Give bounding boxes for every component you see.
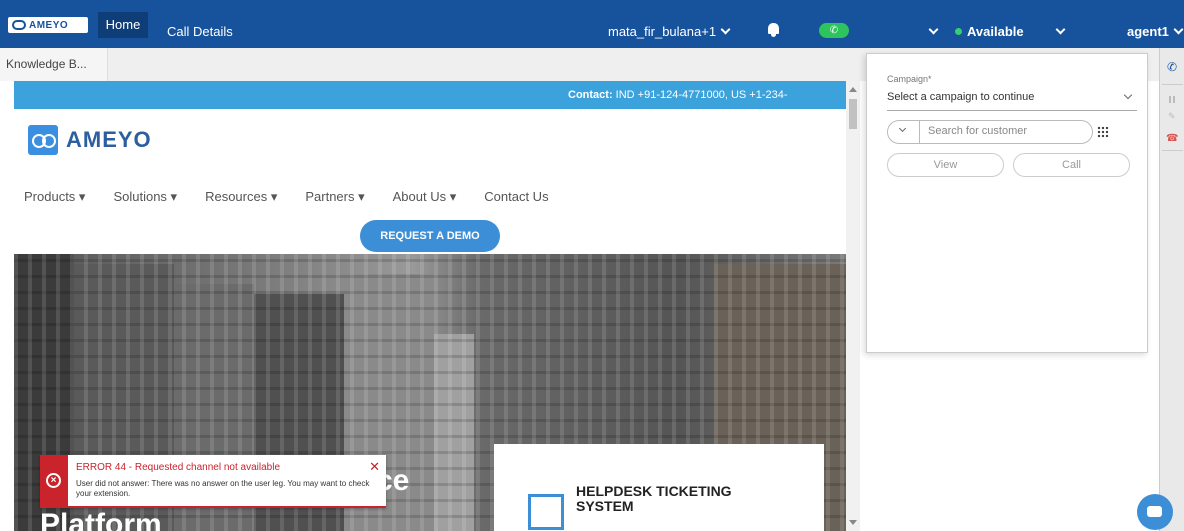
ameyo-infinity-icon: [28, 125, 58, 155]
helpdesk-card-title: HELPDESK TICKETING SYSTEM: [576, 483, 732, 514]
mute-icon[interactable]: ✎: [1168, 111, 1176, 122]
monitor-icon: [528, 494, 564, 530]
site-menu: Products ▾ Solutions ▾ Resources ▾ Partn…: [24, 189, 577, 205]
ameyo-logo: AMEYO: [8, 17, 88, 33]
menu-item-about-us[interactable]: About Us ▾: [393, 189, 457, 205]
chevron-down-icon: [1055, 24, 1066, 35]
chevron-down-icon: [898, 124, 907, 133]
site-logo-text: AMEYO: [66, 127, 152, 152]
campaign-select-value: Select a campaign to continue: [887, 91, 1035, 103]
helpdesk-card[interactable]: HELPDESK TICKETING SYSTEM: [494, 444, 824, 531]
hold-icon[interactable]: [1169, 96, 1175, 103]
error-detail: User did not answer: There was no answer…: [76, 479, 370, 498]
menu-item-products[interactable]: Products ▾: [24, 189, 85, 205]
ameyo-logo-icon: [12, 20, 26, 30]
top-bar: AMEYO Home Call Details mata_fir_bulana+…: [0, 0, 1184, 48]
menu-item-resources[interactable]: Resources ▾: [205, 189, 277, 205]
agent-name: agent1: [1127, 24, 1169, 39]
contact-bar: Contact: IND +91-124-4771000, US +1-234-: [14, 81, 846, 109]
chevron-down-icon: [1173, 24, 1184, 35]
contact-numbers: IND +91-124-4771000, US +1-234-: [612, 89, 788, 101]
scroll-up-icon[interactable]: [849, 87, 857, 92]
phone-status-button[interactable]: ✆: [819, 23, 849, 38]
status-label[interactable]: Available: [967, 24, 1024, 39]
error-toast: × ERROR 44 - Requested channel not avail…: [40, 455, 386, 508]
menu-item-solutions[interactable]: Solutions ▾: [113, 189, 177, 205]
error-icon: ×: [46, 473, 61, 488]
campaign-selector[interactable]: mata_fir_bulana+1: [608, 24, 731, 39]
hero-heading: Platform: [40, 508, 162, 531]
dialpad-icon[interactable]: [1097, 126, 1109, 138]
campaign-label: Campaign*: [887, 74, 932, 84]
call-control-rail: ✆ ✎ ☎: [1159, 48, 1184, 531]
chevron-down-icon: [1123, 90, 1133, 100]
available-status-dot: [955, 28, 962, 35]
close-icon[interactable]: ✕: [369, 459, 380, 475]
nav-call-details[interactable]: Call Details: [167, 24, 233, 39]
website-scrollbar[interactable]: [846, 81, 860, 531]
phone-icon[interactable]: ✆: [1167, 60, 1177, 74]
request-demo-button[interactable]: REQUEST A DEMO: [360, 220, 500, 252]
bell-icon[interactable]: [768, 23, 779, 37]
error-title: ERROR 44 - Requested channel not availab…: [76, 462, 281, 473]
hangup-icon[interactable]: ☎: [1166, 133, 1178, 144]
scroll-down-icon[interactable]: [849, 520, 857, 525]
site-logo[interactable]: AMEYO: [28, 125, 152, 155]
chat-widget-icon[interactable]: [1137, 494, 1173, 530]
dial-panel: Campaign* Select a campaign to continue …: [866, 53, 1148, 353]
campaign-name: mata_fir_bulana+1: [608, 24, 717, 39]
status-dropdown[interactable]: [1051, 24, 1066, 39]
call-button[interactable]: Call: [1013, 153, 1130, 177]
view-button[interactable]: View: [887, 153, 1004, 177]
customer-search[interactable]: Search for customer: [887, 120, 1093, 144]
campaign-select[interactable]: Select a campaign to continue: [887, 90, 1137, 111]
ameyo-logo-text: AMEYO: [29, 19, 69, 31]
contact-label: Contact:: [568, 89, 613, 101]
chevron-down-icon: [720, 24, 731, 35]
scroll-thumb[interactable]: [849, 99, 857, 129]
search-input[interactable]: Search for customer: [928, 125, 1027, 137]
status-menu-toggle[interactable]: [924, 24, 939, 39]
chevron-down-icon: [928, 24, 939, 35]
agent-menu[interactable]: agent1: [1127, 24, 1184, 39]
nav-home[interactable]: Home: [98, 12, 148, 38]
menu-item-partners[interactable]: Partners ▾: [305, 189, 364, 205]
search-type-dropdown[interactable]: [888, 121, 920, 143]
tab-knowledge-base[interactable]: Knowledge B...: [0, 48, 108, 81]
menu-item-contact-us[interactable]: Contact Us: [484, 189, 548, 205]
phone-icon: ✆: [829, 25, 839, 36]
